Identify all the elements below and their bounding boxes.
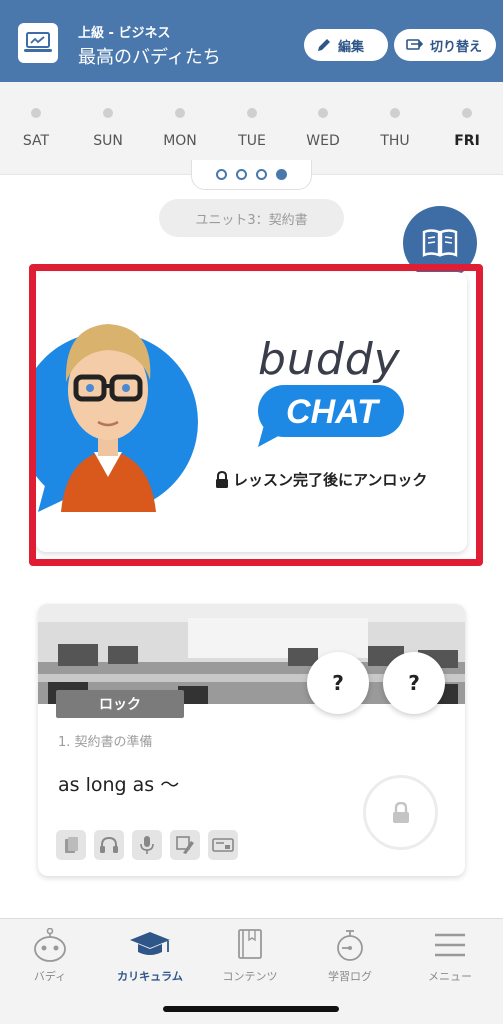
lock-status-tag: ロック [56,690,184,718]
curriculum-content: ユニット3：契約書 buddy CHAT レッスン完了後にアンロック ロック 1… [0,174,503,918]
quiz-button-2[interactable]: ? [383,652,445,714]
nav-study-log-label: 学習ログ [328,970,372,983]
quiz-button-1[interactable]: ? [307,652,369,714]
edit-button-label: 編集 [338,39,365,55]
lesson-number-title: 1. 契約書の準備 [58,735,153,750]
day-fri[interactable]: FRI [437,108,497,149]
lesson-lock-button[interactable] [363,775,438,850]
day-sat[interactable]: SAT [6,108,66,149]
switch-button[interactable]: 切り替え [394,29,496,61]
nav-buddy[interactable]: バディ [0,925,100,984]
app-header: 上級 - ビジネス 最高のバディたち 編集 切り替え [0,0,503,82]
home-indicator [163,1006,339,1012]
card-icon [56,830,86,860]
buddy-avatar [36,324,198,512]
buddy-chat-card[interactable]: buddy CHAT レッスン完了後にアンロック [36,272,467,552]
laptop-chart-icon [18,23,58,63]
nav-curriculum-label: カリキュラム [117,970,183,983]
microphone-icon [132,830,162,860]
nav-contents-label: コンテンツ [222,970,278,983]
pager-dot[interactable] [256,169,267,180]
nav-menu-label: メニュー [428,970,472,983]
day-mon[interactable]: MON [150,108,210,149]
buddy-logo-text: buddy [258,334,401,385]
unlock-notice: レッスン完了後にアンロック [214,469,427,490]
nav-contents[interactable]: コンテンツ [200,925,300,984]
lock-icon [392,801,409,823]
unit-label: ユニット3：契約書 [159,199,344,237]
week-pager[interactable] [191,160,312,190]
graduation-cap-icon [130,932,170,955]
switch-icon [406,39,424,50]
course-title: 最高のバディたち [78,47,221,68]
skill-icons [56,830,238,860]
pager-dot-active[interactable] [276,169,287,180]
lock-icon [216,470,228,488]
headphones-icon [94,830,124,860]
day-tue[interactable]: TUE [222,108,282,149]
book-icon [422,229,458,257]
unlock-text: レッスン完了後にアンロック [233,471,428,489]
book-icon [238,929,262,959]
switch-button-label: 切り替え [430,39,483,55]
pager-dot[interactable] [236,169,247,180]
lesson-card[interactable]: ロック 1. 契約書の準備 as long as 〜 [38,604,465,876]
day-wed[interactable]: WED [293,108,353,149]
nav-study-log[interactable]: 学習ログ [300,925,400,984]
chat-logo: CHAT [258,385,404,447]
day-thu[interactable]: THU [365,108,425,149]
menu-icon [435,933,465,957]
book-button[interactable] [403,206,477,280]
robot-icon [34,928,66,962]
pronunciation-icon [170,830,200,860]
pager-dot[interactable] [216,169,227,180]
flashcard-icon [208,830,238,860]
pencil-icon [318,39,330,51]
stopwatch-icon [337,930,363,961]
nav-menu[interactable]: メニュー [400,925,500,984]
chat-logo-text: CHAT [286,393,381,431]
nav-buddy-label: バディ [33,970,67,983]
lesson-phrase: as long as 〜 [58,774,180,796]
day-sun[interactable]: SUN [78,108,138,149]
course-level: 上級 - ビジネス [78,26,171,41]
nav-curriculum[interactable]: カリキュラム [100,925,200,984]
edit-button[interactable]: 編集 [304,29,388,61]
